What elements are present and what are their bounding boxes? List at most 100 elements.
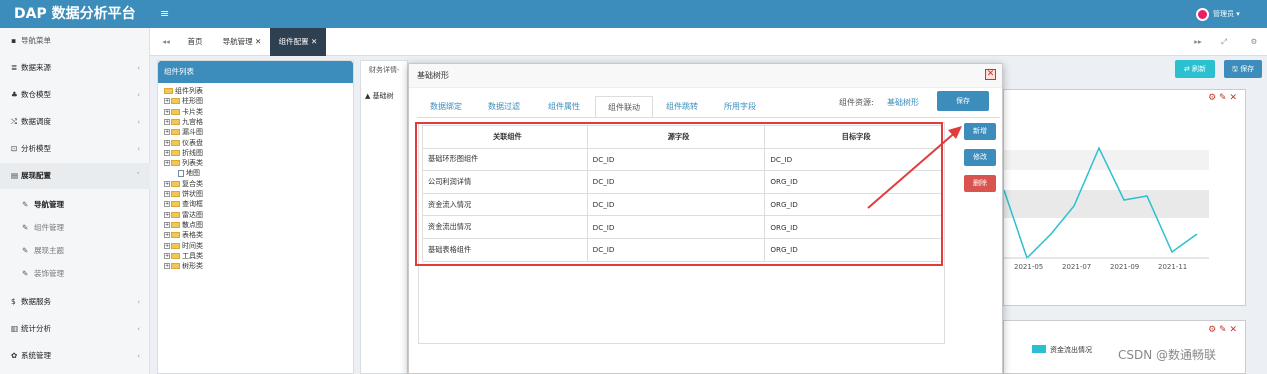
tree-node[interactable]: + 仪表盘 <box>164 139 203 148</box>
tree-node[interactable]: + 列表类 <box>164 159 203 168</box>
save-layout-button[interactable]: 🖫 保存 <box>1224 60 1262 78</box>
center-tab-label[interactable]: 财务详情- <box>369 65 400 75</box>
sidebar-item-display-config[interactable]: ▤ 展现配置 ˇ <box>0 163 150 189</box>
folder-icon <box>171 160 180 167</box>
grid-icon: ▪ <box>11 36 17 45</box>
sidebar-subitem-label: 导航管理 <box>34 200 64 209</box>
gear-icon: ✿ <box>11 351 18 360</box>
sidebar-subitem-theme[interactable]: ✎ 展现主题 <box>0 239 150 262</box>
tab-nav-manage[interactable]: 导航管理 ✕ <box>216 28 268 56</box>
tree-node-label: 折线图 <box>182 148 203 157</box>
menu-toggle-icon[interactable]: ≡ <box>160 0 174 28</box>
tree-node[interactable]: + 复合类 <box>164 180 203 189</box>
chevron-left-icon: ‹ <box>137 298 140 306</box>
refresh-button[interactable]: ⇄ 刷新 <box>1175 60 1215 78</box>
sidebar-item-statistics[interactable]: ▥ 统计分析 ‹ <box>0 316 150 342</box>
line-chart <box>1004 146 1209 260</box>
folder-icon <box>171 98 180 105</box>
sidebar-subitem-component-manage[interactable]: ✎ 组件管理 <box>0 216 150 239</box>
legend-swatch <box>1032 345 1046 353</box>
sidebar-subitem-label: 组件管理 <box>34 223 64 232</box>
tree-node-label: 雷达图 <box>182 210 203 219</box>
sidebar-item-analysis-model[interactable]: ⊡ 分析模型 ‹ <box>0 136 150 162</box>
folder-icon <box>171 221 180 228</box>
sidebar-item-scheduling[interactable]: ⤭ 数据调度 ‹ <box>0 109 150 135</box>
tree-node[interactable]: + 雷达图 <box>164 211 203 220</box>
gear-icon[interactable]: ⚙ <box>1246 28 1262 56</box>
chart-toolbar-icons[interactable]: ⚙ ✎ ✕ <box>1208 325 1237 335</box>
resource-label: 组件资源: <box>839 98 874 107</box>
tab-data-binding[interactable]: 数据绑定 <box>421 96 471 118</box>
annotation-arrow <box>867 126 962 209</box>
chevron-left-icon: ‹ <box>137 325 140 333</box>
tree-node[interactable]: + 时间类 <box>164 242 203 251</box>
sidebar-item-data-source[interactable]: ≣ 数据来源 ‹ <box>0 55 150 81</box>
folder-icon <box>171 108 180 115</box>
tree-node-label: 仪表盘 <box>182 138 203 147</box>
sidebar-item-label: 数据服务 <box>21 297 51 306</box>
sidebar-subitem-nav-manage[interactable]: ✎ 导航管理 <box>0 193 150 216</box>
sidebar-subitem-label: 展现主题 <box>34 246 64 255</box>
fullscreen-icon[interactable]: ⤢ <box>1216 28 1232 56</box>
tree-node[interactable]: + 卡片类 <box>164 108 203 117</box>
folder-icon <box>171 242 180 249</box>
expand-icon: + <box>164 263 170 270</box>
folder-icon <box>171 129 180 136</box>
tree-node[interactable]: + 散点图 <box>164 221 203 230</box>
tab-component-props[interactable]: 组件属性 <box>539 96 589 118</box>
model-icon: ⊡ <box>11 144 18 153</box>
display-icon: ▤ <box>11 171 19 180</box>
tab-home[interactable]: 首页 <box>180 28 210 56</box>
tree-node[interactable]: 地图 <box>178 169 200 178</box>
tree-node[interactable]: + 饼状图 <box>164 190 203 199</box>
tab-scroll-right-icon[interactable]: ▸▸ <box>1190 28 1206 56</box>
tab-scroll-left-icon[interactable]: ◂◂ <box>158 28 174 56</box>
tab-used-fields[interactable]: 所用字段 <box>715 96 765 118</box>
user-menu[interactable]: 管理员 ▾ <box>1196 0 1266 28</box>
top-navbar <box>0 0 1267 28</box>
brand-logo[interactable]: DAP 数据分析平台 <box>0 0 150 28</box>
expand-icon: + <box>164 98 170 105</box>
tree-node[interactable]: + 柱形图 <box>164 97 203 106</box>
close-icon[interactable]: ✕ <box>985 69 996 80</box>
sidebar-item-label: 数据调度 <box>21 117 51 126</box>
expand-icon: + <box>164 232 170 239</box>
sidebar-subitem-decoration[interactable]: ✎ 装饰管理 <box>0 262 150 285</box>
dialog-save-button[interactable]: 保存 <box>937 91 989 111</box>
tree-node[interactable]: + 九宫格 <box>164 118 203 127</box>
folder-icon <box>171 118 180 125</box>
user-name: 管理员 ▾ <box>1213 10 1240 18</box>
tree-node-label: 饼状图 <box>182 190 203 198</box>
tree-node[interactable]: + 查询框 <box>164 200 203 209</box>
center-panel: 财务详情- ▲ 基础树 <box>360 60 408 374</box>
tree-node[interactable]: + 树形类 <box>164 262 203 271</box>
tab-component-linkage[interactable]: 组件联动 <box>595 96 653 118</box>
dollar-icon: $ <box>11 297 16 306</box>
tree-node[interactable]: 组件列表 <box>164 87 203 96</box>
chevron-left-icon: ‹ <box>137 118 140 126</box>
expand-icon: + <box>164 108 170 115</box>
tab-data-filter[interactable]: 数据过滤 <box>479 96 529 118</box>
expand-icon: + <box>164 211 170 218</box>
tab-divider <box>417 117 1000 118</box>
pencil-icon: ✎ <box>22 223 29 232</box>
tree-node-label: 组件列表 <box>175 87 203 95</box>
chevron-down-icon: ˇ <box>136 172 141 180</box>
component-tree: 组件列表 + 柱形图 + 卡片类 + 九宫格 + 漏斗图 + 仪表盘 + 折线图 + 列表类 地图 + 复合类 + 饼… <box>162 87 352 337</box>
watermark: CSDN @数通畅联 <box>1118 348 1217 362</box>
tree-node[interactable]: + 折线图 <box>164 149 203 158</box>
tab-component-jump[interactable]: 组件跳转 <box>657 96 707 118</box>
sidebar-item-label: 展现配置 <box>21 171 51 180</box>
sidebar-item-data-service[interactable]: $ 数据服务 ‹ <box>0 289 150 315</box>
tree-node[interactable]: + 表格类 <box>164 231 203 240</box>
sidebar-subitem-label: 装饰管理 <box>34 269 64 278</box>
tree-node[interactable]: + 工具类 <box>164 252 203 261</box>
tree-node[interactable]: + 漏斗图 <box>164 128 203 137</box>
tab-component-config[interactable]: 组件配置 ✕ <box>270 28 326 56</box>
chevron-left-icon: ‹ <box>137 145 140 153</box>
tree-node-label: 树形类 <box>182 262 203 271</box>
sidebar-item-system[interactable]: ✿ 系统管理 ‹ <box>0 343 150 369</box>
sidebar-item-warehouse[interactable]: ♣ 数仓模型 ‹ <box>0 82 150 108</box>
folder-icon <box>171 232 180 239</box>
chevron-left-icon: ‹ <box>137 64 140 72</box>
